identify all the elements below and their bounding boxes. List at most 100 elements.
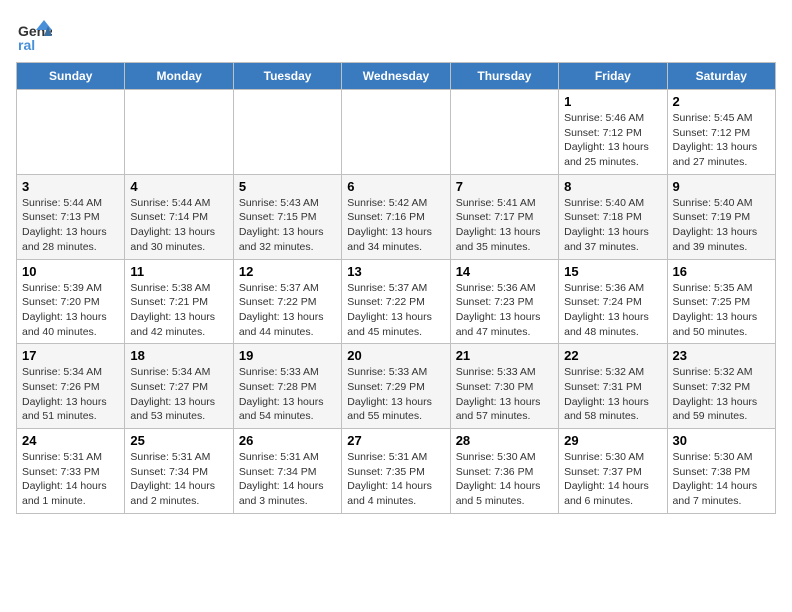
day-info-line: Sunrise: 5:31 AM xyxy=(130,450,227,465)
day-info-line: Sunset: 7:34 PM xyxy=(239,465,336,480)
calendar-cell: 28 Sunrise: 5:30 AMSunset: 7:36 PMDayligh… xyxy=(450,429,558,514)
day-info-line: Daylight: 13 hours and 28 minutes. xyxy=(22,225,119,254)
calendar-week-row: 3Sunrise: 5:44 AMSunset: 7:13 PMDaylight… xyxy=(17,174,776,259)
day-info-line: Sunset: 7:38 PM xyxy=(673,465,770,480)
day-number: 5 xyxy=(239,179,336,194)
day-info-line: Sunrise: 5:44 AM xyxy=(22,196,119,211)
day-info-line: Sunset: 7:35 PM xyxy=(347,465,444,480)
day-number: 26 xyxy=(239,433,336,448)
calendar-cell: 18Sunrise: 5:34 AMSunset: 7:27 PMDayligh… xyxy=(125,344,233,429)
calendar-cell xyxy=(233,90,341,175)
day-number: 8 xyxy=(564,179,661,194)
day-info-line: Sunrise: 5:41 AM xyxy=(456,196,553,211)
day-info-line: Daylight: 14 hours and 1 minute. xyxy=(22,479,119,508)
calendar-week-row: 1Sunrise: 5:46 AMSunset: 7:12 PMDaylight… xyxy=(17,90,776,175)
day-info-line: Sunset: 7:30 PM xyxy=(456,380,553,395)
day-info-line: Daylight: 14 hours and 3 minutes. xyxy=(239,479,336,508)
day-info-line: Daylight: 14 hours and 2 minutes. xyxy=(130,479,227,508)
calendar-week-row: 24Sunrise: 5:31 AMSunset: 7:33 PMDayligh… xyxy=(17,429,776,514)
day-info-line: Sunset: 7:33 PM xyxy=(22,465,119,480)
day-info-line: Sunset: 7:22 PM xyxy=(347,295,444,310)
day-info-line: Daylight: 13 hours and 50 minutes. xyxy=(673,310,770,339)
day-number: 19 xyxy=(239,348,336,363)
day-number: 22 xyxy=(564,348,661,363)
calendar-cell: 22Sunrise: 5:32 AMSunset: 7:31 PMDayligh… xyxy=(559,344,667,429)
weekday-header: Tuesday xyxy=(233,63,341,90)
day-info-line: Daylight: 13 hours and 57 minutes. xyxy=(456,395,553,424)
day-info-line: Sunset: 7:21 PM xyxy=(130,295,227,310)
day-info-line: Daylight: 13 hours and 30 minutes. xyxy=(130,225,227,254)
day-number: 12 xyxy=(239,264,336,279)
calendar-cell: 11Sunrise: 5:38 AMSunset: 7:21 PMDayligh… xyxy=(125,259,233,344)
weekday-header: Sunday xyxy=(17,63,125,90)
calendar-cell: 7 Sunrise: 5:41 AMSunset: 7:17 PMDaylight… xyxy=(450,174,558,259)
day-info-line: Daylight: 14 hours and 4 minutes. xyxy=(347,479,444,508)
calendar-cell: 26Sunrise: 5:31 AMSunset: 7:34 PMDayligh… xyxy=(233,429,341,514)
calendar-cell: 3 Sunrise: 5:44 AMSunset: 7:13 PMDaylight… xyxy=(17,174,125,259)
day-info-line: Sunset: 7:20 PM xyxy=(22,295,119,310)
day-info-line: Sunset: 7:34 PM xyxy=(130,465,227,480)
calendar-cell: 9 Sunrise: 5:40 AMSunset: 7:19 PMDaylight… xyxy=(667,174,775,259)
day-info-line: Sunset: 7:32 PM xyxy=(673,380,770,395)
day-info-line: Sunset: 7:17 PM xyxy=(456,210,553,225)
weekday-header: Monday xyxy=(125,63,233,90)
day-info-line: Daylight: 13 hours and 27 minutes. xyxy=(673,140,770,169)
day-info-line: Sunset: 7:14 PM xyxy=(130,210,227,225)
svg-text:ral: ral xyxy=(18,37,35,52)
day-number: 10 xyxy=(22,264,119,279)
day-info-line: Sunrise: 5:30 AM xyxy=(456,450,553,465)
day-info-line: Sunrise: 5:37 AM xyxy=(239,281,336,296)
day-number: 9 xyxy=(673,179,770,194)
day-info-line: Daylight: 13 hours and 32 minutes. xyxy=(239,225,336,254)
calendar-cell: 8Sunrise: 5:40 AMSunset: 7:18 PMDaylight… xyxy=(559,174,667,259)
day-info-line: Daylight: 13 hours and 42 minutes. xyxy=(130,310,227,339)
day-info-line: Daylight: 13 hours and 59 minutes. xyxy=(673,395,770,424)
day-info-line: Sunrise: 5:33 AM xyxy=(239,365,336,380)
calendar-cell: 13Sunrise: 5:37 AMSunset: 7:22 PMDayligh… xyxy=(342,259,450,344)
day-number: 28 xyxy=(456,433,553,448)
calendar-cell xyxy=(342,90,450,175)
day-info-line: Daylight: 13 hours and 37 minutes. xyxy=(564,225,661,254)
day-info-line: Sunrise: 5:44 AM xyxy=(130,196,227,211)
day-info-line: Sunrise: 5:42 AM xyxy=(347,196,444,211)
day-number: 7 xyxy=(456,179,553,194)
day-info-line: Daylight: 13 hours and 55 minutes. xyxy=(347,395,444,424)
day-info-line: Daylight: 14 hours and 5 minutes. xyxy=(456,479,553,508)
day-info-line: Sunset: 7:27 PM xyxy=(130,380,227,395)
day-info-line: Sunrise: 5:33 AM xyxy=(347,365,444,380)
day-info-line: Sunset: 7:18 PM xyxy=(564,210,661,225)
calendar-cell: 25 Sunrise: 5:31 AMSunset: 7:34 PMDayligh… xyxy=(125,429,233,514)
day-info-line: Daylight: 13 hours and 25 minutes. xyxy=(564,140,661,169)
day-info-line: Sunrise: 5:34 AM xyxy=(22,365,119,380)
calendar-week-row: 10Sunrise: 5:39 AMSunset: 7:20 PMDayligh… xyxy=(17,259,776,344)
day-info-line: Sunset: 7:24 PM xyxy=(564,295,661,310)
day-info-line: Daylight: 13 hours and 35 minutes. xyxy=(456,225,553,254)
day-info-line: Sunset: 7:13 PM xyxy=(22,210,119,225)
calendar-week-row: 17Sunrise: 5:34 AMSunset: 7:26 PMDayligh… xyxy=(17,344,776,429)
day-info-line: Sunrise: 5:30 AM xyxy=(673,450,770,465)
day-info-line: Daylight: 13 hours and 39 minutes. xyxy=(673,225,770,254)
day-info-line: Sunrise: 5:30 AM xyxy=(564,450,661,465)
weekday-header: Wednesday xyxy=(342,63,450,90)
day-number: 21 xyxy=(456,348,553,363)
day-info-line: Sunset: 7:36 PM xyxy=(456,465,553,480)
day-info-line: Daylight: 13 hours and 54 minutes. xyxy=(239,395,336,424)
day-info-line: Sunrise: 5:40 AM xyxy=(673,196,770,211)
day-number: 29 xyxy=(564,433,661,448)
calendar-cell: 21 Sunrise: 5:33 AMSunset: 7:30 PMDayligh… xyxy=(450,344,558,429)
day-number: 25 xyxy=(130,433,227,448)
day-info-line: Daylight: 13 hours and 44 minutes. xyxy=(239,310,336,339)
day-number: 3 xyxy=(22,179,119,194)
calendar-cell: 27Sunrise: 5:31 AMSunset: 7:35 PMDayligh… xyxy=(342,429,450,514)
day-info-line: Sunrise: 5:33 AM xyxy=(456,365,553,380)
day-number: 1 xyxy=(564,94,661,109)
day-info-line: Sunrise: 5:37 AM xyxy=(347,281,444,296)
calendar-cell: 15Sunrise: 5:36 AMSunset: 7:24 PMDayligh… xyxy=(559,259,667,344)
weekday-header: Thursday xyxy=(450,63,558,90)
day-info-line: Sunrise: 5:46 AM xyxy=(564,111,661,126)
day-info-line: Sunrise: 5:38 AM xyxy=(130,281,227,296)
day-info-line: Sunset: 7:28 PM xyxy=(239,380,336,395)
day-number: 18 xyxy=(130,348,227,363)
day-info-line: Sunset: 7:19 PM xyxy=(673,210,770,225)
day-info-line: Sunrise: 5:35 AM xyxy=(673,281,770,296)
